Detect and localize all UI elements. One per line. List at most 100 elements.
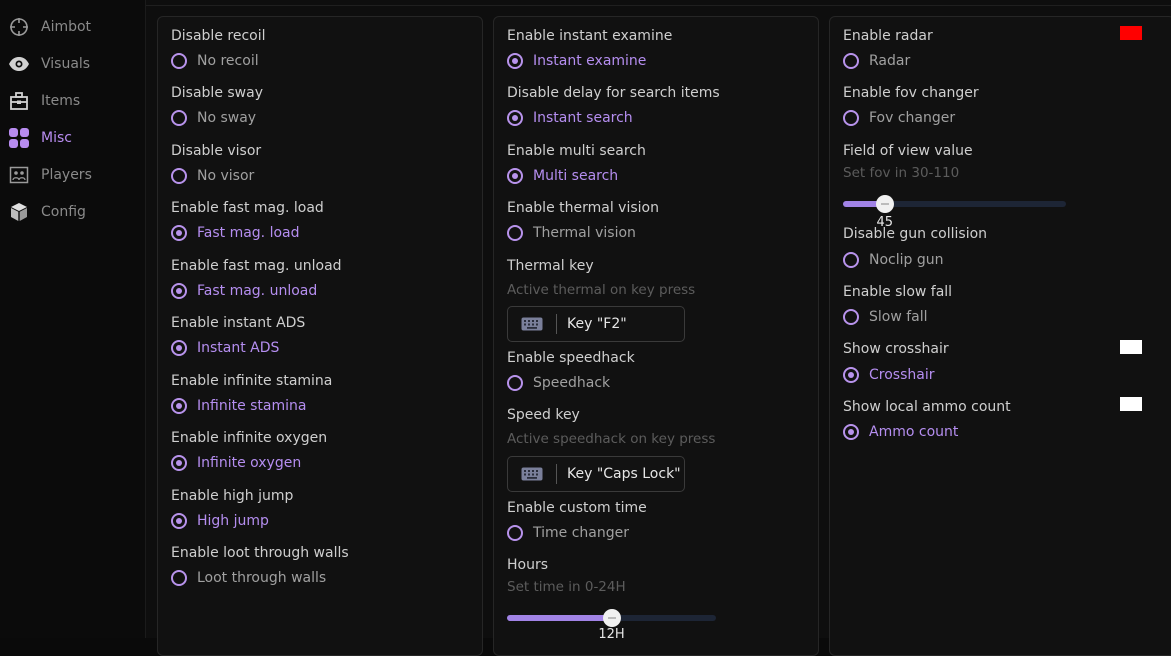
thermal-key-label: Thermal key [507,258,594,274]
slider-fill [507,615,612,621]
option-label: Instant search [533,110,633,126]
sidebar-item-players[interactable]: Players [8,164,92,186]
slow-fall-option[interactable]: Slow fall [843,309,928,325]
speed-key-label: Speed key [507,407,580,423]
option-label: Fast mag. load [197,225,300,241]
sidebar-item-config[interactable]: Config [8,201,86,223]
speed-key-value: Key "Caps Lock" [567,466,681,482]
loot-through-walls-option[interactable]: Loot through walls [171,570,326,586]
option-label: Noclip gun [869,252,944,268]
option-label: No sway [197,110,257,126]
radar-label: Enable radar [843,28,933,44]
sidebar-item-aimbot[interactable]: Aimbot [8,16,91,38]
fast-unload-option[interactable]: Fast mag. unload [171,283,317,299]
fov-changer-option[interactable]: Fov changer [843,110,955,126]
examine-label: Enable instant examine [507,28,673,44]
thermal-label: Enable thermal vision [507,200,659,216]
radio-icon [507,525,523,541]
option-label: High jump [197,513,269,529]
radio-icon [507,110,523,126]
gun-collision-label: Disable gun collision [843,226,988,242]
multi-search-option[interactable]: Multi search [507,168,618,184]
option-label: No recoil [197,53,259,69]
crosshair-option[interactable]: Crosshair [843,367,934,383]
radio-icon [171,168,187,184]
panel-player: Disable recoil No recoil Disable sway No… [157,16,483,656]
option-label: Ammo count [869,424,959,440]
ammo-color-swatch[interactable] [1120,397,1142,411]
noclip-gun-option[interactable]: Noclip gun [843,252,943,268]
slider-thumb[interactable] [875,195,894,213]
thermal-vision-option[interactable]: Thermal vision [507,225,636,241]
main-area: Disable recoil No recoil Disable sway No… [145,0,1171,656]
grid-icon [8,127,30,149]
radio-icon [507,53,523,69]
divider [556,314,557,334]
radio-icon [171,398,187,414]
time-changer-option[interactable]: Time changer [507,525,629,541]
radio-icon [843,252,859,268]
instant-ads-option[interactable]: Instant ADS [171,340,279,356]
radio-icon [843,309,859,325]
speed-key-hint: Active speedhack on key press [507,431,716,447]
fast-load-option[interactable]: Fast mag. load [171,225,300,241]
option-label: Speedhack [533,375,611,391]
infinite-oxygen-option[interactable]: Infinite oxygen [171,455,301,471]
option-label: Thermal vision [533,225,636,241]
fov-value-label: Field of view value [843,143,973,159]
radar-option[interactable]: Radar [843,53,910,69]
toolbox-icon [8,90,30,112]
divider [146,5,1171,6]
option-label: Fast mag. unload [197,283,318,299]
players-icon [8,164,30,186]
radar-color-swatch[interactable] [1120,26,1142,40]
ammo-count-label: Show local ammo count [843,399,1011,415]
no-recoil-option[interactable]: No recoil [171,53,259,69]
option-label: Multi search [533,168,619,184]
visor-label: Disable visor [171,143,262,159]
high-jump-label: Enable high jump [171,488,294,504]
instant-ads-label: Enable instant ADS [171,315,306,331]
hours-slider[interactable] [507,609,716,627]
crosshair-color-swatch[interactable] [1120,340,1142,354]
sidebar-item-label: Aimbot [41,19,92,35]
slider-thumb[interactable] [602,609,621,627]
fast-unload-label: Enable fast mag. unload [171,258,342,274]
fov-slider[interactable] [843,195,1066,213]
thermal-key-button[interactable]: Key "F2" [507,306,685,342]
slow-fall-label: Enable slow fall [843,284,953,300]
sidebar-item-items[interactable]: Items [8,90,80,112]
speed-key-button[interactable]: Key "Caps Lock" [507,456,685,492]
radio-icon [507,168,523,184]
instant-search-option[interactable]: Instant search [507,110,633,126]
option-label: Slow fall [869,309,928,325]
radio-icon [843,110,859,126]
hours-label: Hours [507,557,549,573]
cube-icon [8,201,30,223]
no-sway-option[interactable]: No sway [171,110,256,126]
panel-actions: Enable instant examine Instant examine D… [493,16,819,656]
radio-icon [171,225,187,241]
option-label: Fov changer [869,110,956,126]
instant-examine-option[interactable]: Instant examine [507,53,646,69]
thermal-key-value: Key "F2" [567,316,627,332]
keyboard-icon [508,317,556,331]
option-label: Loot through walls [197,570,327,586]
speedhack-option[interactable]: Speedhack [507,375,610,391]
fov-hint: Set fov in 30-110 [843,165,960,181]
high-jump-option[interactable]: High jump [171,513,269,529]
sidebar-item-misc[interactable]: Misc [8,127,72,149]
option-label: Infinite stamina [197,398,307,414]
crosshair-icon [8,16,30,38]
ammo-count-option[interactable]: Ammo count [843,424,958,440]
radio-icon [507,375,523,391]
divider [556,464,557,484]
no-visor-option[interactable]: No visor [171,168,254,184]
infinite-stamina-option[interactable]: Infinite stamina [171,398,306,414]
option-label: Radar [869,53,911,69]
hours-value: 12H [598,627,625,642]
sidebar-item-label: Items [41,93,81,109]
sidebar-item-visuals[interactable]: Visuals [8,53,90,75]
radio-icon [507,225,523,241]
recoil-label: Disable recoil [171,28,266,44]
